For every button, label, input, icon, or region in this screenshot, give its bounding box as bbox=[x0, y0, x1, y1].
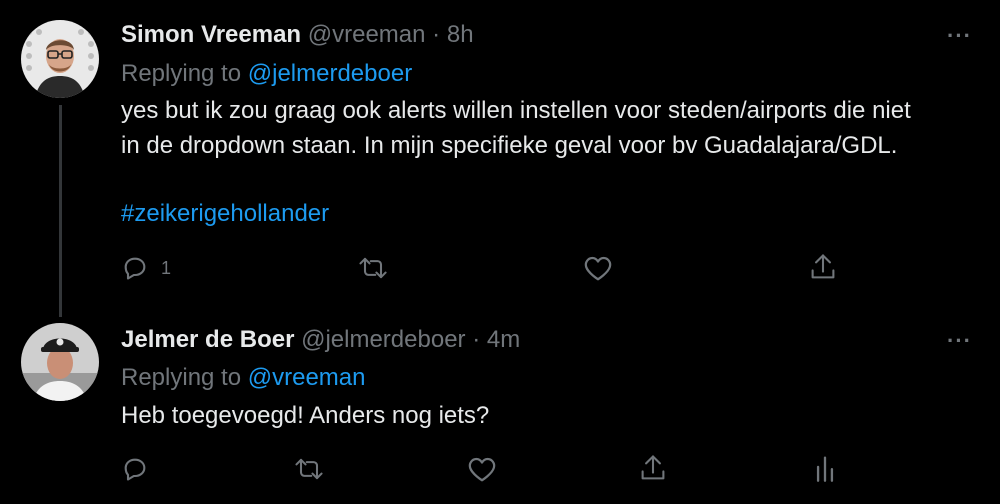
like-button[interactable] bbox=[467, 455, 497, 483]
share-button[interactable] bbox=[809, 252, 837, 282]
tweet-header: Simon Vreeman @vreeman · 8h bbox=[121, 20, 474, 50]
heart-icon bbox=[467, 455, 497, 483]
author-handle[interactable]: @vreeman bbox=[308, 21, 426, 48]
tweet-text-line-1: yes but ik zou graag ook alerts willen i… bbox=[121, 97, 911, 124]
share-icon bbox=[639, 453, 667, 483]
reply-icon bbox=[121, 455, 149, 483]
retweet-icon bbox=[357, 254, 389, 282]
replying-to-mention[interactable]: @vreeman bbox=[248, 364, 366, 391]
replying-to-mention[interactable]: @jelmerdeboer bbox=[248, 60, 412, 87]
like-button[interactable] bbox=[583, 254, 613, 282]
replying-to: Replying to @jelmerdeboer bbox=[121, 59, 412, 89]
tweet-header: Jelmer de Boer @jelmerdeboer · 4m bbox=[121, 325, 520, 355]
author-name[interactable]: Simon Vreeman bbox=[121, 21, 301, 48]
share-icon bbox=[809, 252, 837, 282]
more-icon[interactable]: ··· bbox=[947, 330, 972, 352]
tweet-text-line-2: in de dropdown staan. In mijn specifieke… bbox=[121, 132, 898, 159]
avatar-simon[interactable] bbox=[21, 20, 99, 98]
heart-icon bbox=[583, 254, 613, 282]
thread-connector-line bbox=[59, 105, 62, 317]
analytics-button[interactable] bbox=[813, 453, 837, 483]
author-name[interactable]: Jelmer de Boer bbox=[121, 326, 294, 353]
reply-count: 1 bbox=[161, 257, 172, 278]
tweet-timestamp[interactable]: 4m bbox=[487, 326, 520, 353]
tweet-text-line-1: Heb toegevoegd! Anders nog iets? bbox=[121, 402, 490, 429]
reply-icon bbox=[121, 254, 149, 282]
reply-button[interactable] bbox=[121, 455, 149, 483]
tweet-timestamp[interactable]: 8h bbox=[447, 21, 474, 48]
retweet-icon bbox=[293, 455, 325, 483]
retweet-button[interactable] bbox=[293, 455, 325, 483]
replying-to-label: Replying to bbox=[121, 364, 242, 391]
separator-dot: · bbox=[472, 326, 481, 353]
share-button[interactable] bbox=[639, 453, 667, 483]
more-icon[interactable]: ··· bbox=[947, 25, 972, 47]
replying-to-label: Replying to bbox=[121, 60, 242, 87]
avatar-jelmer[interactable] bbox=[21, 323, 99, 401]
separator-dot: · bbox=[432, 21, 441, 48]
hashtag-link[interactable]: #zeikerigehollander bbox=[121, 196, 329, 231]
replying-to: Replying to @vreeman bbox=[121, 363, 366, 393]
reply-button[interactable]: 1 bbox=[121, 254, 171, 282]
author-handle[interactable]: @jelmerdeboer bbox=[301, 326, 465, 353]
analytics-icon bbox=[813, 453, 837, 483]
retweet-button[interactable] bbox=[357, 254, 389, 282]
